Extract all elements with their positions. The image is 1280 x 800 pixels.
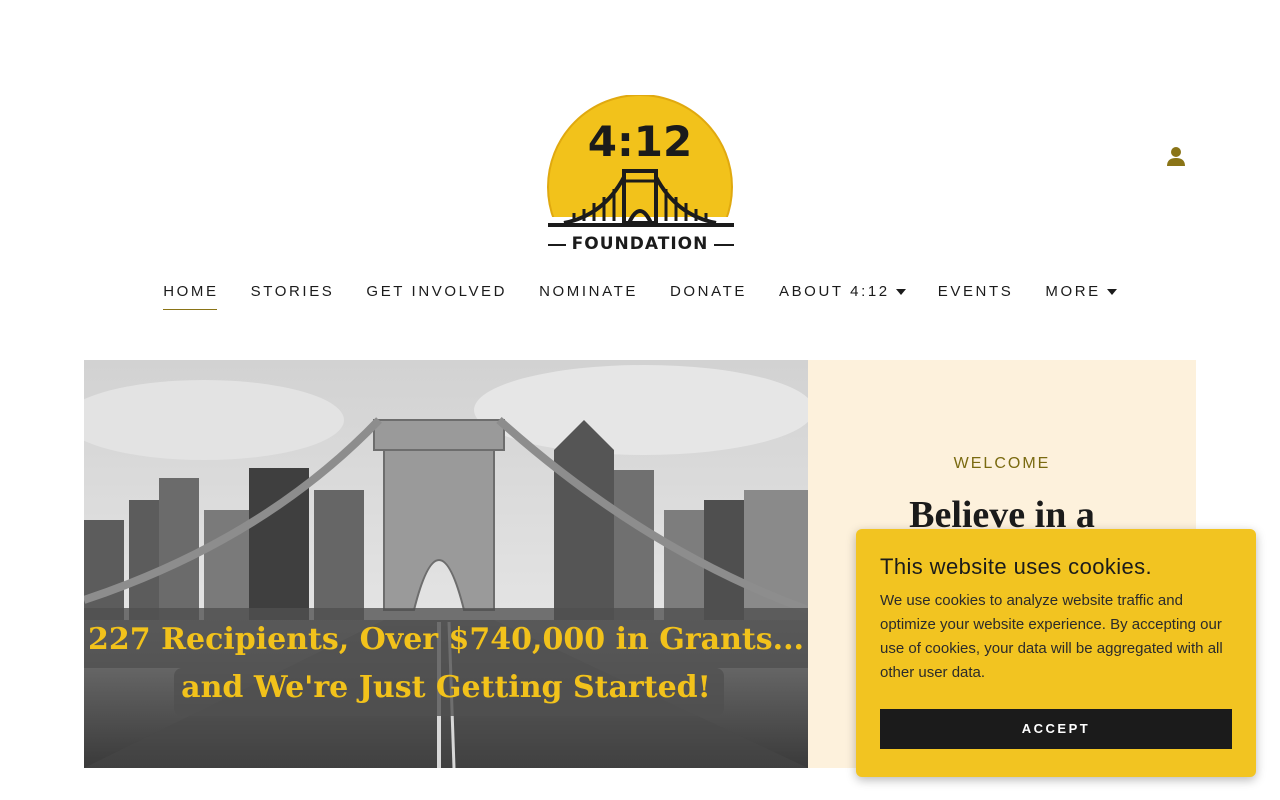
nav-item-label: NOMINATE [539,283,638,300]
hero-banner-headline: 227 Recipients, Over $740,000 in Grants.… [88,622,804,657]
cookie-banner-title: This website uses cookies. [880,554,1153,579]
nav-item-label: DONATE [669,283,747,300]
nav-item-get-involved[interactable]: GET INVOLVED [350,283,523,310]
nav-item-label: STORIES [250,283,335,300]
site-header: 4:12 FOUNDATION HOME STORIES GET INVOLVE… [0,0,1280,330]
nav-item-label: HOME [163,283,219,300]
logo-graphic: 4:12 FOUNDATION [544,94,738,280]
person-icon [1167,147,1185,166]
nav-item-nominate[interactable]: NOMINATE [523,283,654,310]
welcome-label: WELCOME [953,455,1051,472]
svg-text:FOUNDATION: FOUNDATION [572,234,709,253]
nav-item-home[interactable]: HOME [147,283,234,310]
nav-item-donate[interactable]: DONATE [654,283,763,310]
cookie-banner: This website uses cookies. We use cookie… [856,529,1256,777]
nav-item-label: EVENTS [937,283,1014,300]
bridge-photo [84,360,808,768]
nav-item-stories[interactable]: STORIES [235,283,351,310]
nav-item-label: GET INVOLVED [366,283,508,300]
site-logo[interactable]: 4:12 FOUNDATION [544,94,738,280]
hero-image: 227 Recipients, Over $740,000 in Grants.… [84,360,808,768]
chevron-down-icon [895,289,906,295]
cookie-banner-text: We use cookies to analyze website traffi… [880,592,1223,681]
nav-item-events[interactable]: EVENTS [922,283,1030,310]
svg-text:4:12: 4:12 [588,117,692,166]
nav-item-label: ABOUT 4:12 [778,283,890,300]
account-icon[interactable] [1164,144,1188,168]
nav-item-about[interactable]: ABOUT 4:12 [763,283,922,310]
chevron-down-icon [1106,289,1117,295]
nav-item-label: MORE [1045,283,1101,300]
hero-banner-subline: and We're Just Getting Started! [181,670,711,705]
accept-cookies-button[interactable]: ACCEPT [880,709,1232,749]
main-nav: HOME STORIES GET INVOLVED NOMINATE DONAT… [0,283,1280,310]
nav-item-more[interactable]: MORE [1029,283,1132,310]
